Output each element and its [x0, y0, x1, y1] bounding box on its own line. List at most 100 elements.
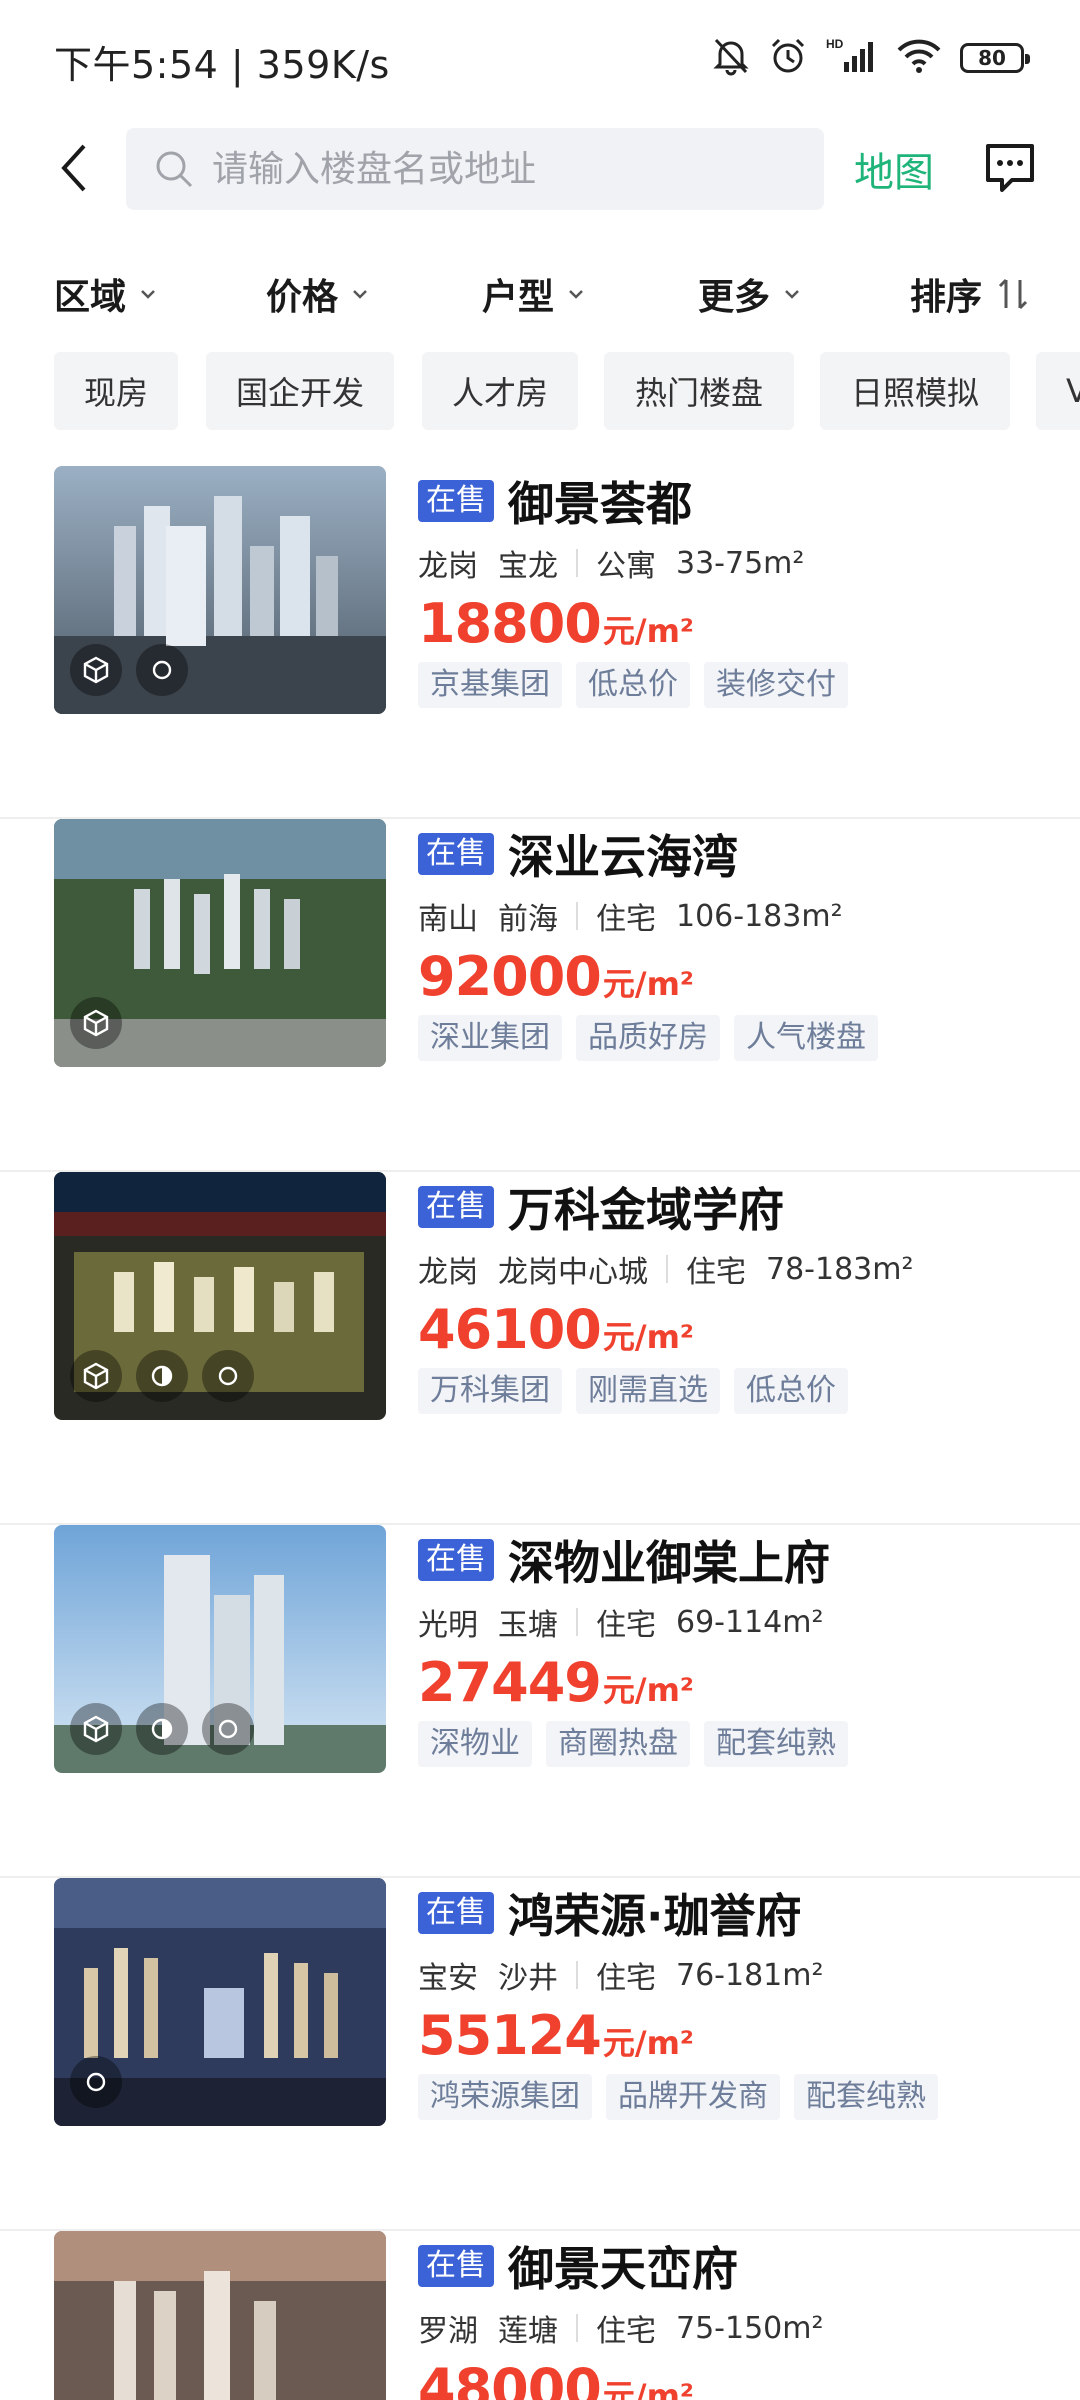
listing-thumbnail[interactable] [54, 1172, 386, 1420]
listing-size: 75-150m² [676, 2310, 824, 2346]
hd-signal-icon: HD [826, 36, 878, 80]
listing-thumbnail[interactable] [54, 1878, 386, 2126]
quick-tag[interactable]: V [1036, 352, 1080, 430]
listing-thumbnail[interactable] [54, 819, 386, 1067]
listing-info: 在售 御景天峦府 罗湖 莲塘 住宅 75-150m² 48000 元/m² [418, 2231, 1058, 2400]
listing-card[interactable]: 在售 御景天峦府 罗湖 莲塘 住宅 75-150m² 48000 元/m² [0, 2231, 1080, 2400]
listing-tag: 配套纯熟 [704, 1721, 848, 1767]
listing-tag: 深物业 [418, 1721, 532, 1767]
search-box[interactable] [126, 128, 824, 210]
filter-sort[interactable]: 排序 [910, 268, 1034, 320]
listing-area: 宝龙 [498, 549, 558, 584]
listing-thumbnail[interactable] [54, 1525, 386, 1773]
listing-info: 在售 深物业御棠上府 光明 玉塘 住宅 69-114m² 27449 元/m² … [418, 1525, 1058, 1767]
quick-tag[interactable]: 国企开发 [206, 352, 394, 430]
filter-label: 区域 [54, 277, 127, 318]
video-play-icon[interactable] [202, 1703, 254, 1755]
listing-type: 住宅 [686, 1255, 746, 1290]
listing-tag: 鸿荣源集团 [418, 2074, 592, 2120]
listing-meta: 龙岗 龙岗中心城 住宅 78-183m² [418, 1248, 1058, 1291]
filter-layout[interactable]: 户型 [482, 268, 586, 320]
listing-price: 55124 元/m² [418, 2004, 1058, 2070]
listing-size: 33-75m² [676, 545, 805, 581]
message-button[interactable] [980, 138, 1040, 198]
video-play-icon[interactable] [136, 644, 188, 696]
listing-title[interactable]: 深物业御棠上府 [508, 1527, 830, 1593]
listing-meta: 宝安 沙井 住宅 76-181m² [418, 1954, 1058, 1997]
back-button[interactable] [46, 140, 102, 196]
listing-title[interactable]: 万科金域学府 [508, 1174, 784, 1240]
filter-more[interactable]: 更多 [698, 268, 802, 320]
map-button[interactable]: 地图 [854, 140, 934, 198]
price-value: 55124 [418, 2004, 602, 2067]
vr-cube-icon[interactable] [70, 1350, 122, 1402]
listing-card[interactable]: 在售 深业云海湾 南山 前海 住宅 106-183m² 92000 元/m² 深… [0, 819, 1080, 1172]
listing-thumbnail[interactable] [54, 2231, 386, 2400]
video-play-icon[interactable] [202, 1350, 254, 1402]
price-unit: 元/m² [602, 1318, 694, 1356]
listing-info: 在售 深业云海湾 南山 前海 住宅 106-183m² 92000 元/m² 深… [418, 819, 1058, 1061]
filter-region[interactable]: 区域 [54, 268, 158, 320]
sale-status-badge: 在售 [418, 1539, 494, 1581]
divider [576, 549, 578, 577]
vr-cube-icon[interactable] [70, 1703, 122, 1755]
listing-tag: 配套纯熟 [794, 2074, 938, 2120]
listing-district: 宝安 [418, 1961, 478, 1996]
thumbnail-icons [70, 1703, 254, 1755]
listing-tag: 人气楼盘 [734, 1015, 878, 1061]
listing-price: 46100 元/m² [418, 1298, 1058, 1364]
listing-tag: 刚需直选 [576, 1368, 720, 1414]
listing-thumbnail[interactable] [54, 466, 386, 714]
vr-cube-icon[interactable] [70, 644, 122, 696]
listing-meta: 罗湖 莲塘 住宅 75-150m² [418, 2307, 1058, 2350]
quick-tag[interactable]: 人才房 [422, 352, 578, 430]
listing-title[interactable]: 鸿荣源·珈誉府 [508, 1880, 801, 1946]
listing-tag: 商圈热盘 [546, 1721, 690, 1767]
listing-card[interactable]: 在售 御景荟都 龙岗 宝龙 公寓 33-75m² 18800 元/m² 京基集团… [0, 466, 1080, 819]
sale-status-badge: 在售 [418, 1892, 494, 1934]
quick-tag[interactable]: 热门楼盘 [604, 352, 794, 430]
listing-district: 光明 [418, 1608, 478, 1643]
listing-tag: 品牌开发商 [606, 2074, 780, 2120]
listing-area: 沙井 [498, 1961, 558, 1996]
price-value: 48000 [418, 2357, 602, 2400]
listing-size: 106-183m² [676, 898, 843, 934]
listing-title[interactable]: 御景天峦府 [508, 2233, 738, 2299]
quick-tag[interactable]: 日照模拟 [820, 352, 1010, 430]
listing-type: 公寓 [596, 549, 656, 584]
filter-bar: 区域 价格 户型 更多 排序 [0, 262, 1080, 328]
listing-card[interactable]: 在售 深物业御棠上府 光明 玉塘 住宅 69-114m² 27449 元/m² … [0, 1525, 1080, 1878]
sale-status-badge: 在售 [418, 1186, 494, 1228]
listing-card[interactable]: 在售 鸿荣源·珈誉府 宝安 沙井 住宅 76-181m² 55124 元/m² … [0, 1878, 1080, 2231]
status-icons: HD 80 [712, 36, 1030, 80]
price-unit: 元/m² [602, 1671, 694, 1709]
listing-title[interactable]: 御景荟都 [508, 468, 692, 534]
filter-price[interactable]: 价格 [266, 268, 370, 320]
wifi-icon [896, 36, 942, 80]
divider [576, 1961, 578, 1989]
filter-label: 排序 [910, 277, 983, 318]
search-input[interactable] [212, 148, 772, 190]
thumbnail-icons [70, 997, 122, 1049]
chevron-down-icon [569, 290, 583, 299]
listing-title[interactable]: 深业云海湾 [508, 821, 738, 887]
listing-price: 48000 元/m² [418, 2357, 1058, 2400]
bell-off-icon [712, 36, 750, 80]
divider [666, 1255, 668, 1283]
listing-area: 莲塘 [498, 2314, 558, 2349]
listing-area: 前海 [498, 902, 558, 937]
status-time-speed: 下午5:54 | 359K/s [54, 43, 390, 87]
listing-meta: 龙岗 宝龙 公寓 33-75m² [418, 542, 1058, 585]
quick-tag[interactable]: 现房 [54, 352, 178, 430]
price-unit: 元/m² [602, 965, 694, 1003]
sunlight-simulation-icon[interactable] [136, 1703, 188, 1755]
listing-tags: 深业集团 品质好房 人气楼盘 [418, 1015, 1058, 1061]
listing-district: 龙岗 [418, 549, 478, 584]
video-play-icon[interactable] [70, 2056, 122, 2108]
listing-card[interactable]: 在售 万科金域学府 龙岗 龙岗中心城 住宅 78-183m² 46100 元/m… [0, 1172, 1080, 1525]
filter-label: 价格 [266, 277, 339, 318]
listing-price: 92000 元/m² [418, 945, 1058, 1011]
svg-text:HD: HD [826, 37, 844, 51]
vr-cube-icon[interactable] [70, 997, 122, 1049]
sunlight-simulation-icon[interactable] [136, 1350, 188, 1402]
